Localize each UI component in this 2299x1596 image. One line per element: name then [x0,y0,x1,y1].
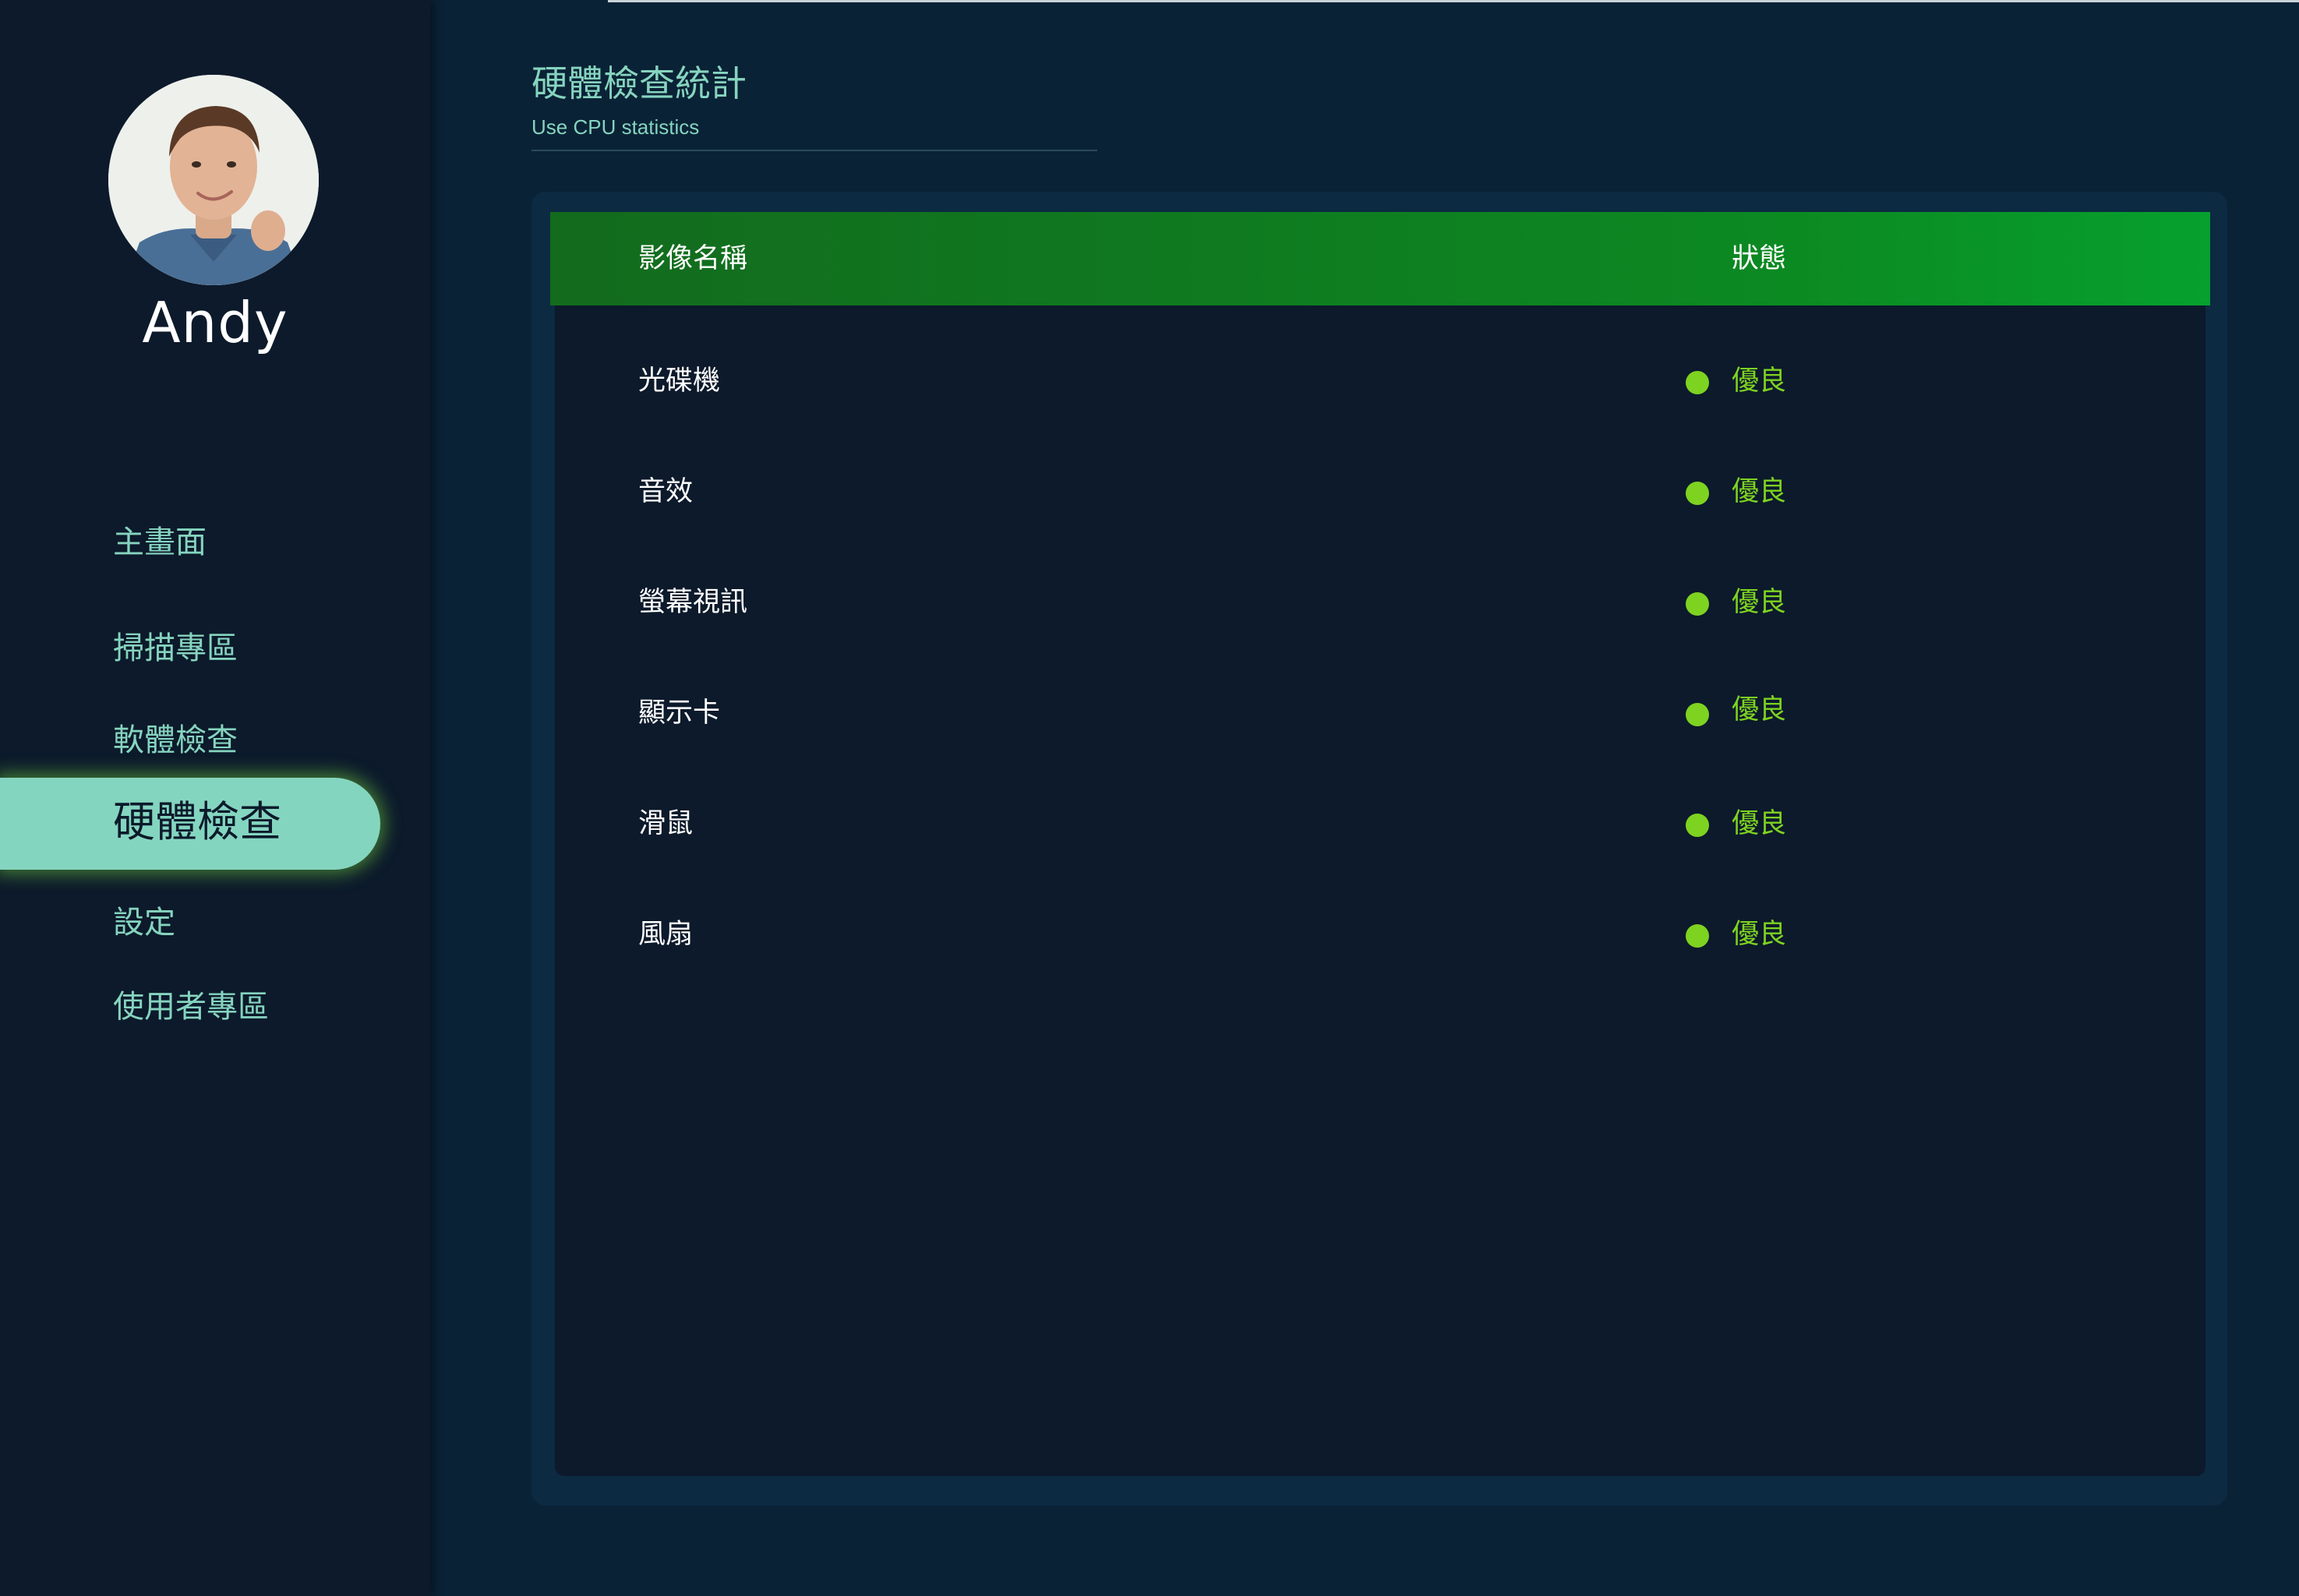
row-name: 音效 [638,476,694,507]
nav-item-settings[interactable]: 設定 [113,907,175,938]
column-header-name: 影像名稱 [638,243,748,274]
status-dot-icon [1686,482,1709,505]
page-title: 硬體檢查統計 [531,62,747,104]
status-dot-icon [1686,592,1709,616]
row-name: 螢幕視訊 [638,587,748,618]
nav-item-scan[interactable]: 掃描專區 [113,633,238,664]
nav-item-hardware-check-label: 硬體檢查 [113,797,281,846]
avatar-portrait-icon [108,75,319,285]
status-badge: 優良 [1732,587,1787,618]
page-subtitle: Use CPU statistics [531,115,700,139]
nav-item-user-area[interactable]: 使用者專區 [113,991,269,1022]
username: Andy [142,290,288,355]
nav-item-software-check[interactable]: 軟體檢查 [113,725,238,756]
row-name: 風扇 [638,919,694,950]
sidebar: Andy 主畫面 掃描專區 軟體檢查 硬體檢查 設定 使用者專區 [0,0,430,1596]
status-dot-icon [1686,814,1709,837]
status-dot-icon [1686,703,1709,726]
status-badge: 優良 [1732,365,1787,397]
nav-item-home[interactable]: 主畫面 [113,527,207,558]
row-name: 顯示卡 [638,697,721,729]
nav-item-hardware-check[interactable]: 硬體檢查 [0,778,380,870]
status-badge: 優良 [1732,694,1787,726]
row-name: 光碟機 [638,365,721,397]
status-badge: 優良 [1732,476,1787,507]
status-badge: 優良 [1732,919,1787,950]
row-name: 滑鼠 [638,808,694,839]
title-divider [531,150,1097,151]
top-accent-line [608,0,2299,2]
status-dot-icon [1686,371,1709,394]
status-badge: 優良 [1732,808,1787,839]
app-window: Andy 主畫面 掃描專區 軟體檢查 硬體檢查 設定 使用者專區 硬體檢查統計 … [0,0,2299,1596]
column-header-status: 狀態 [1732,243,1787,274]
status-dot-icon [1686,924,1709,948]
hardware-status-table [555,212,2205,1476]
avatar[interactable] [108,75,319,285]
table-header: 影像名稱 狀態 [550,212,2210,305]
